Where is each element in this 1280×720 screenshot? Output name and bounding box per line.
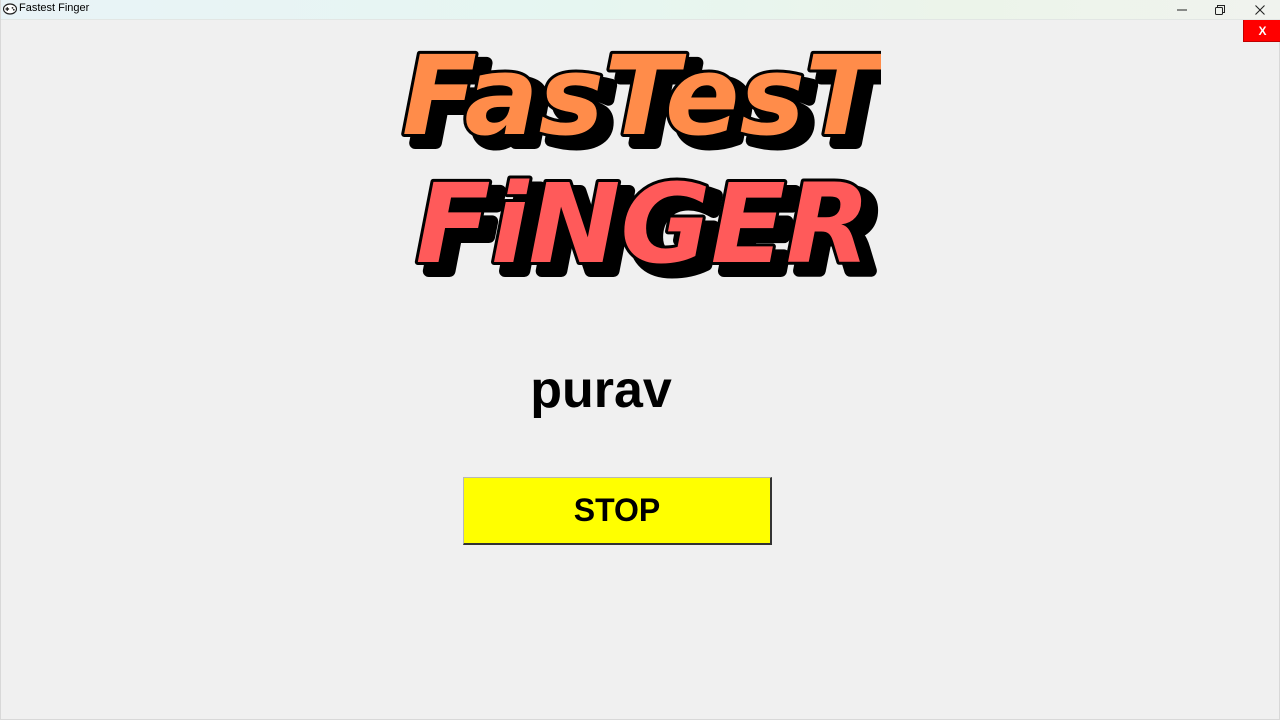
restore-icon: [1215, 4, 1225, 15]
window-title: Fastest Finger: [19, 2, 90, 14]
logo-text-fastest: FasTesT: [402, 32, 881, 160]
app-window: Fastest Finger X FasTesT FasTesT FiNGER: [0, 0, 1280, 720]
minimize-button[interactable]: [1163, 0, 1201, 19]
stop-button[interactable]: STOP: [463, 477, 772, 545]
restore-button[interactable]: [1201, 0, 1239, 19]
title-bar[interactable]: Fastest Finger: [1, 0, 1280, 20]
player-name: purav: [530, 361, 672, 419]
exit-button[interactable]: X: [1243, 20, 1280, 42]
logo-text-finger: FiNGER: [415, 160, 870, 288]
minimize-icon: [1177, 9, 1187, 10]
fastest-finger-logo: FasTesT FasTesT FiNGER FiNGER: [401, 30, 881, 290]
logo-line-finger: FiNGER FiNGER: [412, 157, 881, 290]
gamepad-icon: [3, 3, 17, 15]
close-icon: [1255, 4, 1265, 15]
logo-line-fastest: FasTesT FasTesT: [401, 30, 881, 175]
window-close-button[interactable]: [1241, 0, 1279, 19]
